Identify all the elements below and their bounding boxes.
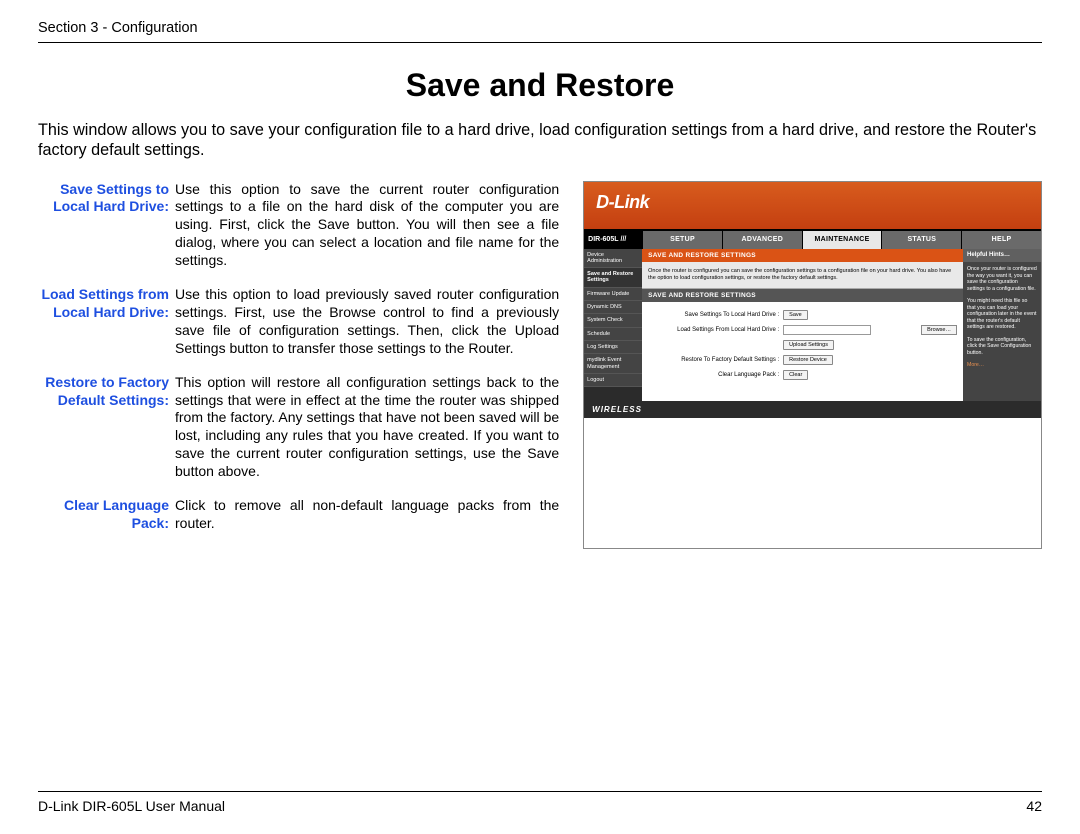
- definition-label: Restore to Factory Default Settings:: [38, 374, 175, 481]
- definition-label: Load Settings from Local Hard Drive:: [38, 286, 175, 358]
- sidebar-item-event[interactable]: mydlink Event Management: [584, 354, 642, 374]
- tab-status[interactable]: STATUS: [881, 231, 961, 249]
- intro-paragraph: This window allows you to save your conf…: [38, 120, 1042, 161]
- helpful-hints-panel: Helpful Hints… Once your router is confi…: [963, 249, 1041, 401]
- sidebar-item-syscheck[interactable]: System Check: [584, 314, 642, 327]
- definition-text: Use this option to save the current rout…: [175, 181, 559, 271]
- sidebar-item-schedule[interactable]: Schedule: [584, 328, 642, 341]
- restore-label: Restore To Factory Default Settings :: [648, 357, 783, 363]
- sidebar-item-firmware[interactable]: Firmware Update: [584, 288, 642, 301]
- panel-subtitle: SAVE AND RESTORE SETTINGS: [642, 289, 963, 302]
- router-brand: D-Link: [584, 182, 1041, 231]
- clear-button[interactable]: Clear: [783, 370, 808, 380]
- page-footer: D-Link DIR-605L User Manual 42: [38, 791, 1042, 814]
- model-label: DIR-605L///: [584, 231, 642, 249]
- definition-text: This option will restore all configurati…: [175, 374, 559, 481]
- hints-paragraph: You might need this file so that you can…: [967, 298, 1037, 331]
- section-header: Section 3 - Configuration: [38, 20, 1042, 43]
- router-center-panel: SAVE AND RESTORE SETTINGS Once the route…: [642, 249, 963, 401]
- tab-advanced[interactable]: ADVANCED: [722, 231, 802, 249]
- hints-paragraph: Once your router is configured the way y…: [967, 266, 1037, 292]
- router-screenshot: D-Link DIR-605L/// SETUP ADVANCED MAINTE…: [583, 181, 1042, 549]
- router-footer: WIRELESS: [584, 401, 1041, 418]
- definition-row: Clear Language Pack: Click to remove all…: [38, 497, 559, 533]
- load-label: Load Settings From Local Hard Drive :: [648, 327, 783, 333]
- save-button[interactable]: Save: [783, 310, 808, 320]
- definition-row: Save Settings to Local Hard Drive: Use t…: [38, 181, 559, 271]
- hints-more-link[interactable]: More…: [967, 362, 1037, 369]
- definition-label: Clear Language Pack:: [38, 497, 175, 533]
- definition-row: Restore to Factory Default Settings: Thi…: [38, 374, 559, 481]
- definition-text: Use this option to load previously saved…: [175, 286, 559, 358]
- definition-row: Load Settings from Local Hard Drive: Use…: [38, 286, 559, 358]
- router-tab-row: DIR-605L/// SETUP ADVANCED MAINTENANCE S…: [584, 231, 1041, 249]
- sidebar-item-logout[interactable]: Logout: [584, 374, 642, 387]
- browse-button[interactable]: Browse…: [921, 325, 957, 335]
- clear-label: Clear Language Pack :: [648, 372, 783, 378]
- sidebar-item-ddns[interactable]: Dynamic DNS: [584, 301, 642, 314]
- hints-title: Helpful Hints…: [963, 249, 1041, 263]
- file-path-input[interactable]: [783, 325, 871, 335]
- footer-page-number: 42: [1026, 798, 1042, 814]
- sidebar-item-log[interactable]: Log Settings: [584, 341, 642, 354]
- tab-maintenance[interactable]: MAINTENANCE: [802, 231, 882, 249]
- sidebar-item-save-restore[interactable]: Save and Restore Settings: [584, 268, 642, 288]
- definitions-list: Save Settings to Local Hard Drive: Use t…: [38, 181, 559, 549]
- hints-paragraph: To save the configuration, click the Sav…: [967, 337, 1037, 357]
- definition-label: Save Settings to Local Hard Drive:: [38, 181, 175, 271]
- page-title: Save and Restore: [38, 67, 1042, 104]
- restore-device-button[interactable]: Restore Device: [783, 355, 833, 365]
- save-label: Save Settings To Local Hard Drive :: [648, 312, 783, 318]
- footer-manual-name: D-Link DIR-605L User Manual: [38, 798, 225, 814]
- panel-title: SAVE AND RESTORE SETTINGS: [642, 249, 963, 262]
- upload-settings-button[interactable]: Upload Settings: [783, 340, 834, 350]
- panel-description: Once the router is configured you can sa…: [642, 262, 963, 289]
- sidebar-item-admin[interactable]: Device Administration: [584, 249, 642, 269]
- router-sidebar: Device Administration Save and Restore S…: [584, 249, 642, 401]
- definition-text: Click to remove all non-default language…: [175, 497, 559, 533]
- tab-setup[interactable]: SETUP: [642, 231, 722, 249]
- tab-help[interactable]: HELP: [961, 231, 1041, 249]
